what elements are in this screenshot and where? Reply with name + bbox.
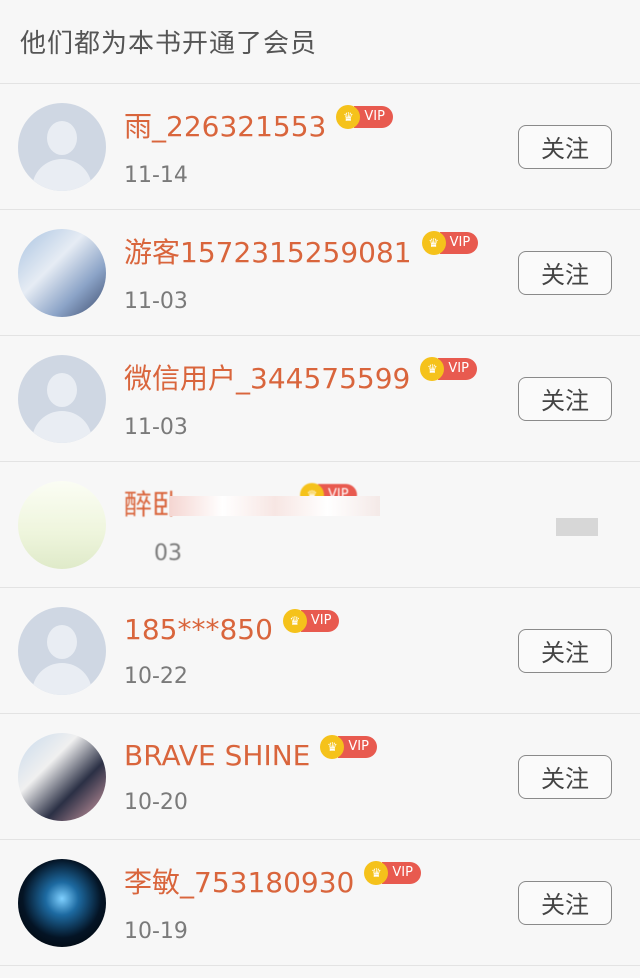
list-item[interactable]: 游客1572315259081 ♛ VIP 11-03 关注 <box>0 210 640 336</box>
user-name[interactable]: 李敏_753180930 <box>124 861 354 901</box>
crown-icon: ♛ <box>421 231 446 255</box>
avatar[interactable] <box>18 858 106 947</box>
join-date: 11-03 <box>124 289 188 314</box>
follow-button[interactable]: 关注 <box>518 376 612 421</box>
user-name[interactable]: 游客1572315259081 <box>124 231 412 271</box>
page-title: 他们都为本书开通了会员 <box>20 29 318 59</box>
follow-button[interactable]: 关注 <box>518 754 612 799</box>
vip-badge: ♛ VIP <box>420 357 477 381</box>
avatar[interactable] <box>18 102 106 191</box>
vip-badge: ♛ VIP <box>320 735 377 759</box>
avatar[interactable] <box>18 480 106 569</box>
follow-button[interactable]: 关注 <box>518 628 612 673</box>
join-date: 11-03 <box>124 415 188 440</box>
avatar[interactable] <box>18 354 106 443</box>
list-item[interactable]: 李敏_753180930 ♛ VIP 10-19 关注 <box>0 840 640 966</box>
list-item[interactable]: BRAVE SHINE ♛ VIP 10-20 关注 <box>0 714 640 840</box>
list-item[interactable]: 185***850 ♛ VIP 10-22 关注 <box>0 588 640 714</box>
join-date: 10-22 <box>124 663 188 689</box>
vip-badge: ♛ VIP <box>282 609 340 633</box>
crown-icon: ♛ <box>282 609 307 633</box>
blurred-button <box>556 518 598 536</box>
vip-badge: ♛ VIP <box>364 861 421 885</box>
user-name[interactable]: BRAVE SHINE <box>124 739 310 772</box>
follow-button[interactable]: 关注 <box>518 250 612 295</box>
member-list: 雨_226321553 ♛ VIP 11-14 关注 游客157231525908… <box>0 84 640 966</box>
follow-button[interactable]: 关注 <box>518 124 612 169</box>
list-item[interactable]: 微信用户_344575599 ♛ VIP 11-03 关注 <box>0 336 640 462</box>
list-item[interactable]: 醉卧 ♛ VIP 03 <box>0 462 640 588</box>
join-date: 10-20 <box>124 789 188 815</box>
join-date: 10-19 <box>124 919 188 944</box>
blurred-region <box>170 496 380 516</box>
avatar[interactable] <box>18 228 106 317</box>
follow-button[interactable]: 关注 <box>518 880 612 925</box>
avatar[interactable] <box>18 732 106 821</box>
page-header: 他们都为本书开通了会员 <box>0 0 640 84</box>
user-name[interactable]: 185***850 <box>124 613 273 646</box>
list-item[interactable]: 雨_226321553 ♛ VIP 11-14 关注 <box>0 84 640 210</box>
vip-badge: ♛ VIP <box>336 105 393 129</box>
user-name[interactable]: 雨_226321553 <box>124 105 326 145</box>
vip-badge: ♛ VIP <box>421 231 479 255</box>
join-date: 11-14 <box>124 163 188 188</box>
join-date: 03 <box>154 541 182 566</box>
avatar[interactable] <box>18 606 106 695</box>
user-name[interactable]: 微信用户_344575599 <box>124 357 410 397</box>
